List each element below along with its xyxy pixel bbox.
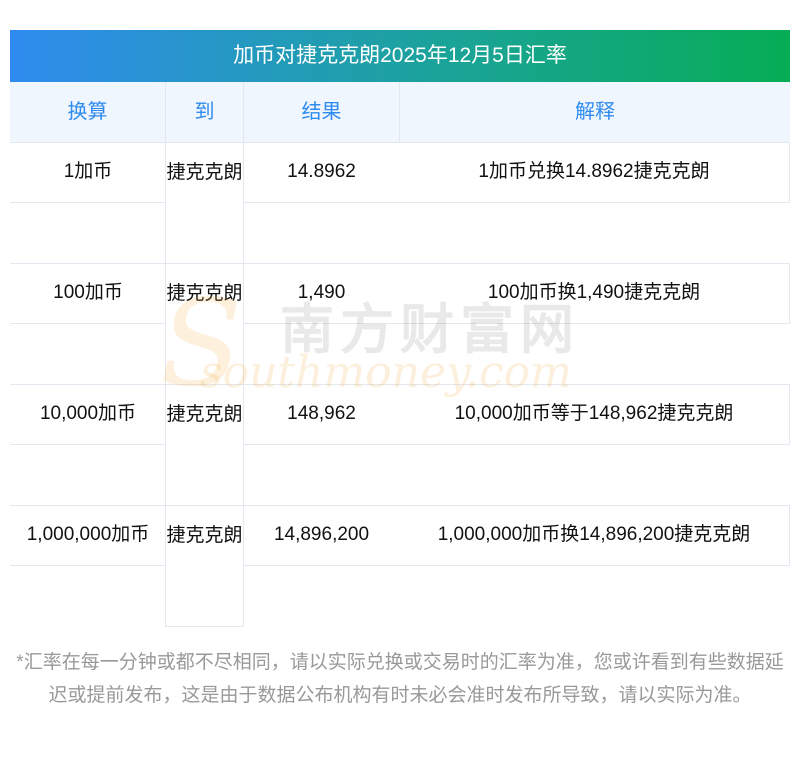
result-cell: 14.8962: [243, 142, 400, 203]
explain-cell: 1,000,000加币换14,896,200捷克克朗: [399, 505, 790, 566]
result-cell: 148,962: [243, 384, 400, 445]
to-cell: 捷克克朗: [165, 505, 244, 627]
page-title: 加币对捷克克朗2025年12月5日汇率: [10, 30, 790, 82]
to-cell: 捷克克朗: [165, 142, 244, 264]
disclaimer-note: *汇率在每一分钟或都不尽相同，请以实际兑换或交易时的汇率为准，您或许看到有些数据…: [16, 652, 784, 706]
to-cell: 捷克克朗: [165, 384, 244, 506]
from-cell: 1,000,000加币: [10, 505, 166, 566]
from-cell: 10,000加币: [10, 384, 166, 445]
to-cell: 捷克克朗: [165, 263, 244, 385]
explain-cell: 10,000加币等于148,962捷克克朗: [399, 384, 790, 445]
explain-cell: 1加币兑换14.8962捷克克朗: [399, 142, 790, 203]
result-cell: 14,896,200: [243, 505, 400, 566]
from-cell: 100加币: [10, 263, 166, 324]
header-explain: 解释: [400, 82, 790, 142]
result-cell: 1,490: [243, 263, 400, 324]
from-cell: 1加币: [10, 142, 166, 203]
explain-cell: 100加币换1,490捷克克朗: [399, 263, 790, 324]
header-result: 结果: [244, 82, 400, 142]
header-convert: 换算: [10, 82, 166, 142]
header-to: 到: [166, 82, 244, 142]
